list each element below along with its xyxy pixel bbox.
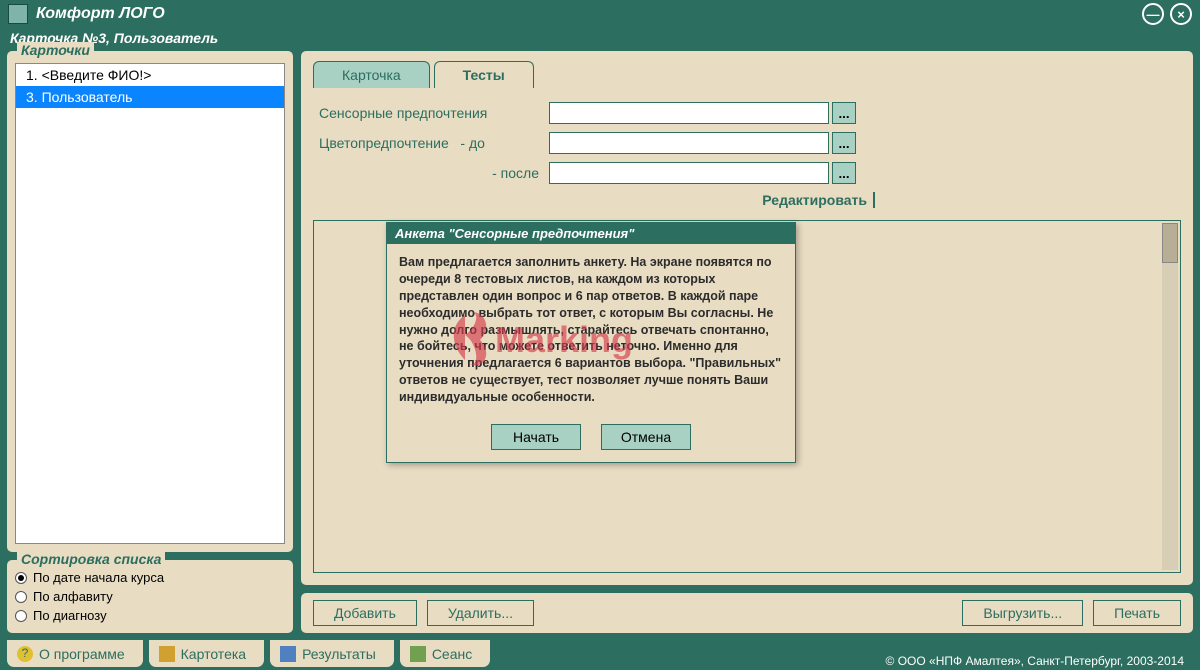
delete-button[interactable]: Удалить... bbox=[427, 600, 534, 626]
export-button[interactable]: Выгрузить... bbox=[962, 600, 1083, 626]
list-item[interactable]: 3. Пользователь bbox=[16, 86, 284, 108]
radio-icon bbox=[15, 591, 27, 603]
titlebar: Комфорт ЛОГО — × bbox=[0, 0, 1200, 28]
dialog-cancel-button[interactable]: Отмена bbox=[601, 424, 691, 450]
minimize-button[interactable]: — bbox=[1142, 3, 1164, 25]
sort-option-label: По алфавиту bbox=[33, 589, 113, 604]
color-before-input[interactable] bbox=[549, 132, 829, 154]
action-bar: Добавить Удалить... Выгрузить... Печать bbox=[300, 592, 1194, 634]
sort-option-label: По дате начала курса bbox=[33, 570, 164, 585]
question-icon: ? bbox=[17, 646, 33, 662]
bottom-tabs: ? О программе Картотека Результаты Сеанс… bbox=[6, 636, 1194, 668]
color-before-browse-button[interactable]: ... bbox=[832, 132, 856, 154]
session-icon bbox=[410, 646, 426, 662]
cards-icon bbox=[159, 646, 175, 662]
sensory-browse-button[interactable]: ... bbox=[832, 102, 856, 124]
scroll-thumb[interactable] bbox=[1162, 223, 1178, 263]
radio-icon bbox=[15, 572, 27, 584]
sort-option-diagnosis[interactable]: По диагнозу bbox=[15, 606, 285, 625]
btab-cards[interactable]: Картотека bbox=[148, 640, 265, 668]
btab-about[interactable]: ? О программе bbox=[6, 640, 144, 668]
list-item-num: 3. bbox=[26, 89, 38, 105]
sort-legend: Сортировка списка bbox=[17, 551, 165, 567]
app-title: Комфорт ЛОГО bbox=[36, 5, 1142, 23]
sensory-label: Сенсорные предпочтения bbox=[319, 105, 549, 121]
dialog-start-button[interactable]: Начать bbox=[491, 424, 581, 450]
print-button[interactable]: Печать bbox=[1093, 600, 1181, 626]
app-logo-icon bbox=[8, 4, 28, 24]
sort-groupbox: Сортировка списка По дате начала курса П… bbox=[6, 559, 294, 634]
tab-tests[interactable]: Тесты bbox=[434, 61, 534, 88]
results-icon bbox=[280, 646, 296, 662]
sort-option-label: По диагнозу bbox=[33, 608, 107, 623]
dialog-title: Анкета "Сенсорные предпочтения" bbox=[387, 223, 795, 244]
cards-groupbox: Карточки 1. <Введите ФИО!> 3. Пользовате… bbox=[6, 50, 294, 553]
copyright: © ООО «НПФ Амалтея», Санкт-Петербург, 20… bbox=[886, 654, 1194, 668]
color-after-label: - после bbox=[319, 165, 549, 181]
list-item-label: <Введите ФИО!> bbox=[42, 67, 152, 83]
cards-list[interactable]: 1. <Введите ФИО!> 3. Пользователь bbox=[15, 63, 285, 544]
sort-option-date[interactable]: По дате начала курса bbox=[15, 568, 285, 587]
add-button[interactable]: Добавить bbox=[313, 600, 417, 626]
subtitle: Карточка №3, Пользователь bbox=[0, 28, 1200, 48]
tab-card[interactable]: Карточка bbox=[313, 61, 430, 88]
list-item[interactable]: 1. <Введите ФИО!> bbox=[16, 64, 284, 86]
color-after-browse-button[interactable]: ... bbox=[832, 162, 856, 184]
radio-icon bbox=[15, 610, 27, 622]
list-item-label: Пользователь bbox=[42, 89, 133, 105]
sort-option-alpha[interactable]: По алфавиту bbox=[15, 587, 285, 606]
sensory-input[interactable] bbox=[549, 102, 829, 124]
color-after-input[interactable] bbox=[549, 162, 829, 184]
dialog-body: Вам предлагается заполнить анкету. На эк… bbox=[387, 244, 795, 416]
list-item-num: 1. bbox=[26, 67, 38, 83]
btab-results[interactable]: Результаты bbox=[269, 640, 395, 668]
color-label: Цветопредпочтение - до bbox=[319, 135, 549, 151]
cards-legend: Карточки bbox=[17, 42, 94, 58]
close-button[interactable]: × bbox=[1170, 3, 1192, 25]
btab-session[interactable]: Сеанс bbox=[399, 640, 491, 668]
tabs: Карточка Тесты bbox=[313, 61, 1181, 88]
questionnaire-dialog: Анкета "Сенсорные предпочтения" Вам пред… bbox=[386, 222, 796, 463]
scrollbar[interactable] bbox=[1162, 223, 1178, 570]
edit-link[interactable]: Редактировать bbox=[762, 192, 875, 208]
